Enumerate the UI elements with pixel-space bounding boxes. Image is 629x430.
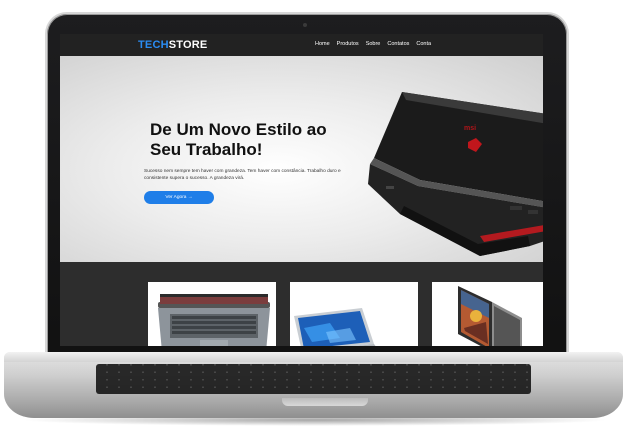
nav-item-sobre[interactable]: Sobre [366, 41, 381, 47]
base-hinge [4, 352, 623, 362]
site-logo[interactable]: TECHSTORE [138, 39, 207, 51]
product-card[interactable] [290, 282, 418, 346]
products-section [60, 262, 543, 346]
hero-section: De Um Novo Estilo ao Seu Trabalho! Suces… [60, 56, 543, 262]
cta-button[interactable]: Ver Agora → [144, 191, 214, 204]
laptop-grey-icon [158, 294, 270, 346]
hero-title-line1: De Um Novo Estilo ao [150, 120, 327, 139]
keyboard [96, 364, 531, 394]
gaming-laptop-icon: msi [368, 92, 543, 256]
nav-menu: Home Produtos Sobre Contatos Conta [315, 41, 431, 47]
hero-title: De Um Novo Estilo ao Seu Trabalho! [150, 120, 350, 160]
laptop-base [4, 352, 623, 418]
logo-part-tech: TECH [138, 39, 169, 51]
webcam-icon [303, 23, 307, 27]
nav-item-home[interactable]: Home [315, 41, 330, 47]
nav-item-conta[interactable]: Conta [416, 41, 431, 47]
laptop-windows-icon [294, 308, 376, 346]
site-navbar: TECHSTORE Home Produtos Sobre Contatos C… [60, 34, 543, 56]
laptop-screen: TECHSTORE Home Produtos Sobre Contatos C… [60, 34, 543, 346]
product-card[interactable] [148, 282, 276, 346]
logo-part-store: STORE [168, 39, 208, 51]
nav-item-contatos[interactable]: Contatos [387, 41, 409, 47]
svg-text:msi: msi [464, 125, 476, 132]
nav-item-produtos[interactable]: Produtos [337, 41, 359, 47]
lid-notch [282, 398, 368, 406]
laptop-mockup: TECHSTORE Home Produtos Sobre Contatos C… [0, 0, 629, 430]
hero-title-line2: Seu Trabalho! [150, 140, 263, 159]
product-card[interactable] [432, 282, 543, 346]
hero-description: Sucesso nem sempre tem haver com grandez… [144, 169, 341, 181]
laptop-art-icon [458, 286, 522, 346]
